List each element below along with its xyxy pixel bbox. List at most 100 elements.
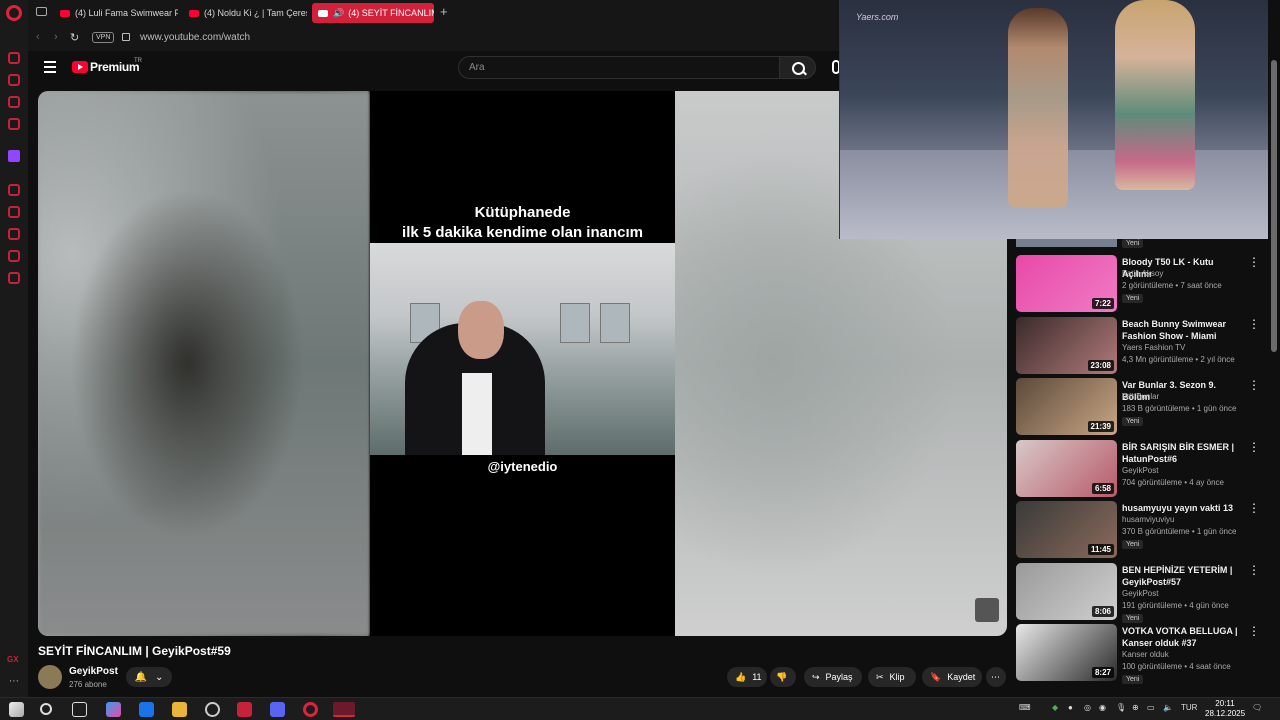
like-button[interactable]: 👍 11 [727,667,767,687]
channel-name[interactable]: GeyikPost [69,666,118,677]
more-icon[interactable]: ⋯ [9,676,19,687]
file-explorer-icon[interactable] [172,702,187,717]
tab-noldu-ki[interactable]: (4) Noldu Ki ¿ | Tam Çeres [183,3,307,23]
twitch-icon[interactable] [8,150,20,162]
kebab-menu-icon[interactable]: ⋮ [1248,502,1260,514]
vpn-badge[interactable]: VPN [92,32,115,43]
windows-start-icon[interactable] [9,702,24,717]
youtube-premium-label[interactable]: Premium [90,60,140,74]
kebab-menu-icon[interactable]: ⋮ [1248,441,1260,453]
menu-icon[interactable] [44,61,56,76]
bag-icon[interactable] [8,74,20,86]
extensions-icon[interactable] [8,250,20,262]
scrollbar-thumb[interactable] [1271,60,1277,352]
back-icon[interactable]: ‹ [36,31,40,43]
tray-icon[interactable]: ⊕ [1132,703,1139,712]
discord-icon[interactable] [270,702,285,717]
share-button[interactable]: ↪ Paylaş [804,667,862,687]
reload-icon[interactable]: ↻ [70,31,79,44]
recommendation-item[interactable]: 7:22 Bloody T50 LK - Kutu Açılımı Fatih Ak… [1016,255,1268,313]
recommendation-title[interactable]: VOTKA VOTKA BELLUGA | Kanser olduk #37 [1122,625,1242,649]
steam-icon[interactable] [205,702,220,717]
copilot-icon[interactable] [106,702,121,717]
miniplayer[interactable]: Yaers.com [839,0,1268,239]
kebab-menu-icon[interactable]: ⋮ [1248,564,1260,576]
youtube-logo-icon[interactable] [72,61,88,73]
mic-tray-icon[interactable]: 🎙 [1116,703,1126,712]
dislike-button[interactable]: 👎 [770,667,796,687]
recommendation-item[interactable]: 6:58 BİR SARIŞIN BİR ESMER | HatunPost#6 G… [1016,440,1268,498]
recommendation-channel[interactable]: GeyikPost [1122,466,1158,475]
video-thumbnail[interactable]: 8:27 [1016,624,1117,681]
video-thumbnail[interactable]: 6:58 [1016,440,1117,497]
gx-label[interactable]: GX [7,655,19,664]
lock-icon[interactable] [122,33,130,41]
search-icon[interactable] [40,703,52,715]
task-view-icon[interactable] [72,702,87,717]
opera-logo-icon[interactable] [6,5,22,21]
tab-luli-fama[interactable]: (4) Luli Fama Swimwear F [54,3,178,23]
kebab-menu-icon[interactable]: ⋮ [1248,318,1260,330]
bookmark-icon[interactable] [8,206,20,218]
kebab-menu-icon[interactable]: ⋮ [1248,256,1260,268]
video-thumbnail[interactable]: 21:39 [1016,378,1117,435]
settings-gear-icon[interactable] [8,272,20,284]
volume-icon[interactable]: 🔈 [1163,703,1173,712]
tray-icon[interactable]: ◎ [1084,703,1091,712]
notifications-icon[interactable]: 🗨 [1252,703,1262,712]
scrollbar[interactable] [1268,0,1280,697]
channel-avatar[interactable] [38,665,62,689]
clip-button[interactable]: ✂ Klip [868,667,916,687]
tray-icon[interactable]: ◉ [1099,703,1106,712]
language-indicator[interactable]: TUR [1181,703,1197,712]
outlook-icon[interactable] [139,702,154,717]
tray-icon[interactable]: ◆ [1052,703,1058,712]
recommendation-channel[interactable]: Yaers Fashion TV [1122,343,1185,352]
thumbs-up-icon: 👍 [735,671,747,682]
url-field[interactable]: www.youtube.com/watch [140,32,250,43]
tab-seyit-fincanlim[interactable]: 🔊 (4) SEYİT FİNCANLIM [312,3,434,23]
kebab-menu-icon[interactable]: ⋮ [1248,379,1260,391]
video-thumbnail[interactable]: 8:06 [1016,563,1117,620]
more-actions-button[interactable]: ⋯ [986,667,1006,687]
save-button[interactable]: 🔖 Kaydet [922,667,982,687]
recommendation-item[interactable]: 23:08 Beach Bunny Swimwear Fashion Show -… [1016,317,1268,375]
forward-icon[interactable]: › [54,31,58,43]
recommendation-channel[interactable]: Kanser olduk [1122,650,1169,659]
kebab-menu-icon[interactable]: ⋮ [1248,625,1260,637]
video-thumbnail[interactable]: 7:22 [1016,255,1117,312]
discord-tray-icon[interactable]: ● [1068,703,1073,712]
recommendation-title[interactable]: BEN HEPİNİZE YETERİM | GeyikPost#57 [1122,564,1242,588]
recommendation-channel[interactable]: husamviyuviyu [1122,515,1174,524]
recommendation-item[interactable]: 21:39 Var Bunlar 3. Sezon 9. Bölüm Var Bun… [1016,378,1268,436]
refresh-icon[interactable] [8,52,20,64]
recommendation-title[interactable]: Beach Bunny Swimwear Fashion Show - Miam… [1122,318,1242,342]
voicemod-icon[interactable] [237,702,252,717]
history-icon[interactable] [8,228,20,240]
search-input[interactable]: Ara [458,56,780,79]
opera-icon[interactable] [303,702,318,717]
notification-bell-button[interactable]: 🔔 ⌄ [126,667,172,687]
recommendation-channel[interactable]: GeyikPost [1122,589,1158,598]
recommendation-item[interactable]: 8:06 BEN HEPİNİZE YETERİM | GeyikPost#57 G… [1016,563,1268,623]
recommendation-title[interactable]: husamyuyu yayın vakti 13 [1122,502,1242,514]
workspace-icon[interactable] [36,7,47,16]
recommendation-channel[interactable]: Var Bunlar [1122,392,1159,401]
recommendation-item[interactable]: 11:45 husamyuyu yayın vakti 13 husamviyuvi… [1016,501,1268,559]
instagram-icon[interactable] [8,118,20,130]
partial-thumbnail[interactable] [1016,239,1117,247]
player-icon[interactable] [8,184,20,196]
channel-watermark-icon[interactable] [975,598,999,622]
new-tab-button[interactable]: + [440,4,448,19]
search-button[interactable] [779,56,816,79]
recommendation-item[interactable]: 8:27 VOTKA VOTKA BELLUGA | Kanser olduk #… [1016,624,1268,684]
recommendation-channel[interactable]: Fatih Aksoy [1122,269,1163,278]
recommendation-title[interactable]: BİR SARIŞIN BİR ESMER | HatunPost#6 [1122,441,1242,465]
network-icon[interactable]: ▭ [1147,703,1155,712]
video-thumbnail[interactable]: 11:45 [1016,501,1117,558]
video-thumbnail[interactable]: 23:08 [1016,317,1117,374]
opera-gx-icon[interactable] [333,702,355,717]
clock[interactable]: 20:11 28.12.2025 [1205,699,1245,719]
messenger-icon[interactable] [8,96,20,108]
keyboard-icon[interactable]: ⌨ [1019,703,1031,712]
